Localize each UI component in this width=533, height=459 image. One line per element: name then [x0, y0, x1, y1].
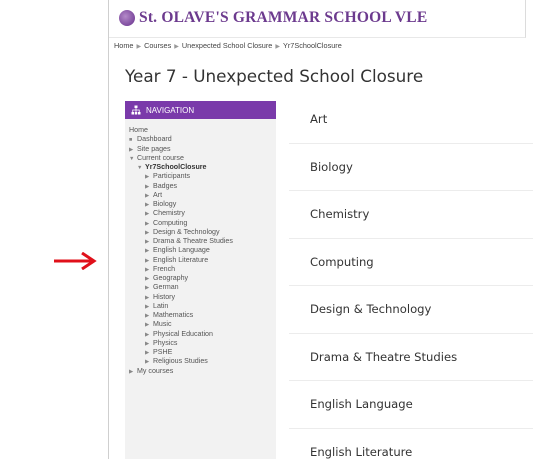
breadcrumb-course[interactable]: Yr7SchoolClosure: [283, 41, 342, 50]
navigation-tree: Home ■ Dashboard ▶ Site pages ▼ Current cou…: [125, 119, 276, 376]
breadcrumb-category[interactable]: Unexpected School Closure: [182, 41, 272, 50]
nav-item-mathematics[interactable]: ▶ Mathematics: [125, 311, 276, 320]
red-arrow-icon: [54, 252, 97, 270]
nav-item-german[interactable]: ▶ German: [125, 283, 276, 292]
caret-down-icon: ▼: [137, 165, 143, 171]
nav-item-dashboard[interactable]: ■ Dashboard: [125, 135, 276, 144]
breadcrumb-separator-icon: ▶: [174, 44, 179, 50]
section-design-technology[interactable]: Design & Technology: [289, 286, 533, 334]
nav-item-english-language[interactable]: ▶ English Language: [125, 246, 276, 255]
caret-down-icon: ▼: [129, 155, 135, 162]
nav-item-design-technology[interactable]: ▶ Design & Technology: [125, 228, 276, 237]
nav-item-religious-studies[interactable]: ▶ Religious Studies: [125, 357, 276, 366]
nav-item-home[interactable]: Home: [125, 126, 276, 135]
nav-item-chemistry[interactable]: ▶ Chemistry: [125, 209, 276, 218]
nav-item-physics[interactable]: ▶ Physics: [125, 339, 276, 348]
nav-item-geography[interactable]: ▶ Geography: [125, 274, 276, 283]
vle-screenshot: St. OLAVE'S GRAMMAR SCHOOL VLE Home ▶ Cour…: [108, 0, 533, 459]
nav-item-computing[interactable]: ▶ Computing: [125, 219, 276, 228]
breadcrumb-separator-icon: ▶: [275, 44, 280, 50]
school-name[interactable]: St. OLAVE'S GRAMMAR SCHOOL VLE: [139, 9, 427, 27]
nav-item-drama-theatre-studies[interactable]: ▶ Drama & Theatre Studies: [125, 237, 276, 246]
nav-item-biology[interactable]: ▶ Biology: [125, 200, 276, 209]
nav-item-history[interactable]: ▶ History: [125, 293, 276, 302]
nav-item-physical-education[interactable]: ▶ Physical Education: [125, 330, 276, 339]
section-computing[interactable]: Computing: [289, 239, 533, 286]
navigation-header[interactable]: NAVIGATION: [125, 101, 276, 119]
nav-item-french[interactable]: ▶ French: [125, 265, 276, 274]
breadcrumb: Home ▶ Courses ▶ Unexpected School Closure ▶ Y…: [114, 41, 342, 50]
school-crest-icon: [119, 10, 135, 26]
nav-item-site-pages[interactable]: ▶ Site pages: [125, 145, 276, 154]
breadcrumb-home[interactable]: Home: [114, 41, 133, 50]
navigation-block: NAVIGATION Home ■ Dashboard ▶ Site pages ▼…: [125, 101, 276, 459]
nav-item-current-course[interactable]: ▼ Current course: [125, 154, 276, 163]
navigation-title: NAVIGATION: [146, 105, 195, 115]
nav-item-my-courses[interactable]: ▶ My courses: [125, 367, 276, 376]
nav-item-latin[interactable]: ▶ Latin: [125, 302, 276, 311]
nav-item-participants[interactable]: ▶ Participants: [125, 172, 276, 181]
course-sections: Art Biology Chemistry Computing Design &…: [289, 96, 533, 459]
nav-item-pshe[interactable]: ▶ PSHE: [125, 348, 276, 357]
section-biology[interactable]: Biology: [289, 144, 533, 191]
section-chemistry[interactable]: Chemistry: [289, 191, 533, 239]
section-drama-theatre-studies[interactable]: Drama & Theatre Studies: [289, 334, 533, 381]
nav-item-badges[interactable]: ▶ Badges: [125, 182, 276, 191]
nav-item-music[interactable]: ▶ Music: [125, 320, 276, 329]
section-art[interactable]: Art: [289, 96, 533, 144]
breadcrumb-courses[interactable]: Courses: [144, 41, 171, 50]
section-english-literature[interactable]: English Literature: [289, 429, 533, 459]
section-english-language[interactable]: English Language: [289, 381, 533, 429]
breadcrumb-separator-icon: ▶: [136, 44, 142, 50]
nav-item-art[interactable]: ▶ Art: [125, 191, 276, 200]
nav-item-yr7schoolclosure[interactable]: ▼ Yr7SchoolClosure: [125, 163, 276, 172]
page-title: Year 7 - Unexpected School Closure: [125, 66, 424, 86]
sitemap-icon: [131, 105, 141, 115]
nav-item-english-literature[interactable]: ▶ English Literature: [125, 256, 276, 265]
caret-right-icon: ▶: [129, 368, 134, 375]
site-header: St. OLAVE'S GRAMMAR SCHOOL VLE: [109, 0, 526, 38]
